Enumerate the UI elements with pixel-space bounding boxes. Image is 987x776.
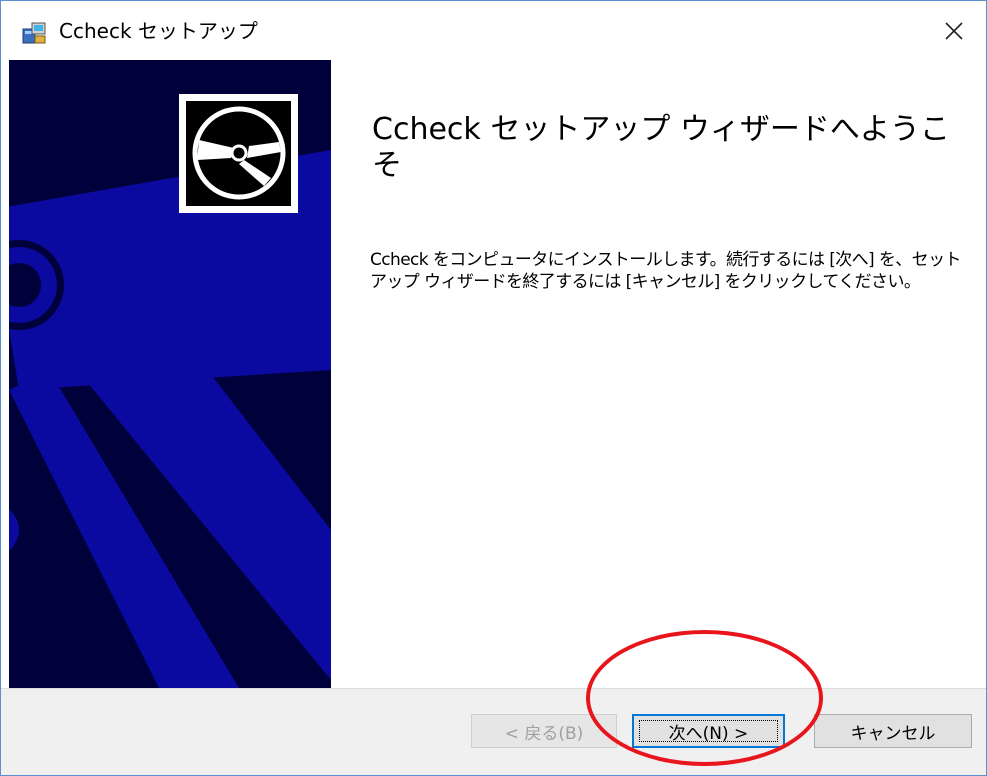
window-title: Ccheck セットアップ xyxy=(59,19,258,43)
back-button-label: < 戻る(B) xyxy=(504,723,584,744)
cancel-button[interactable]: キャンセル xyxy=(814,714,972,748)
button-bar: < 戻る(B) 次へ(N) > キャンセル xyxy=(1,688,986,775)
welcome-content: Ccheck セットアップ ウィザードへようこそ Ccheck をコンピュータに… xyxy=(331,60,986,688)
cd-disc-icon xyxy=(179,94,298,213)
next-button-label: 次へ(N) > xyxy=(668,723,749,744)
close-button[interactable] xyxy=(932,9,976,53)
close-icon xyxy=(945,22,963,40)
title-bar: Ccheck セットアップ xyxy=(1,1,986,60)
cancel-button-label: キャンセル xyxy=(850,723,936,744)
wizard-banner-image xyxy=(9,60,331,688)
welcome-description: Ccheck をコンピュータにインストールします。続行するには [次へ] を、セ… xyxy=(370,250,961,292)
banner-graphic xyxy=(9,60,331,688)
back-button[interactable]: < 戻る(B) xyxy=(471,714,617,748)
welcome-heading: Ccheck セットアップ ウィザードへようこそ xyxy=(372,112,950,183)
next-button[interactable]: 次へ(N) > xyxy=(632,714,785,748)
setup-window: Ccheck セットアップ Ccheck セットアップ ウィザードへようこそ C… xyxy=(0,0,987,776)
installer-package-icon xyxy=(22,22,46,44)
